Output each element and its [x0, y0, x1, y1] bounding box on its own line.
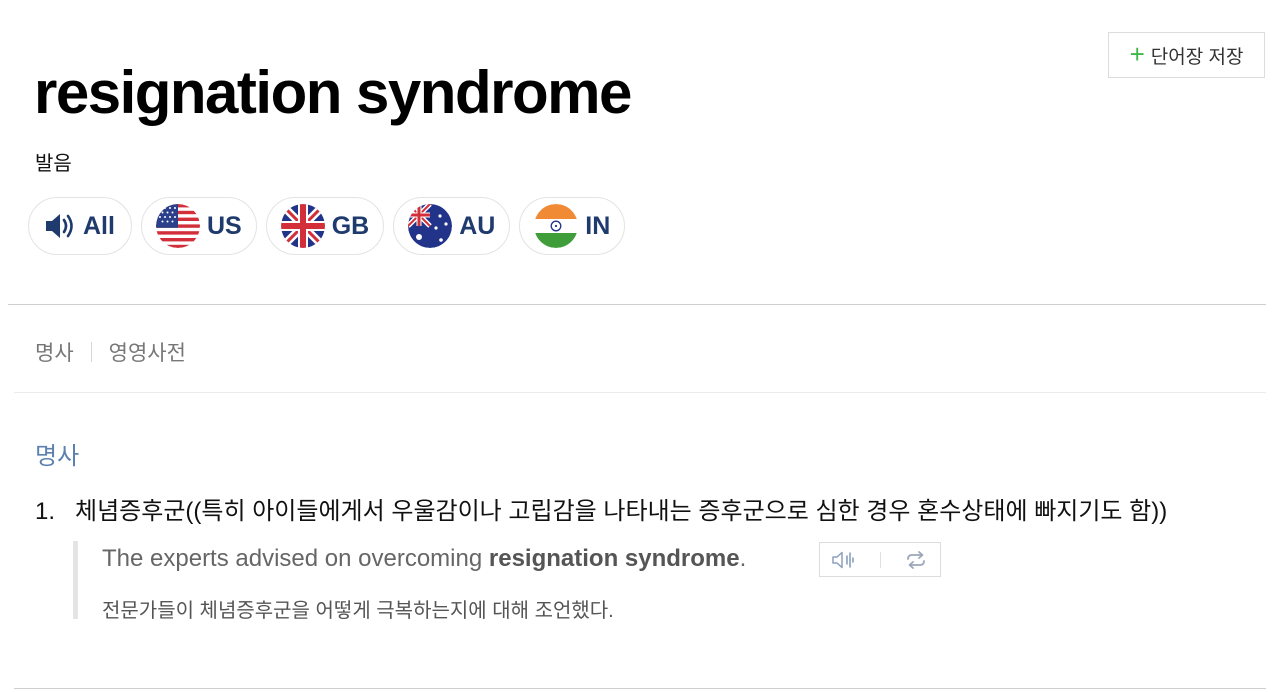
example-en-keyword: resignation syndrome: [488, 545, 740, 572]
pronunciation-buttons: All US GB AU IN: [28, 197, 626, 255]
example-sentence-en: The experts advised on overcoming resign…: [102, 545, 746, 573]
pron-us-button[interactable]: US: [140, 197, 257, 255]
pron-au-button[interactable]: AU: [393, 197, 511, 255]
tab-english-dictionary[interactable]: 영영사전: [109, 337, 186, 367]
repeat-icon: [907, 550, 926, 569]
definition-number: 1.: [35, 498, 56, 525]
part-of-speech-heading: 명사: [35, 443, 80, 470]
pron-code-all: All: [83, 211, 115, 240]
au-flag-icon: [408, 204, 453, 248]
pron-code-in: IN: [585, 211, 611, 240]
pronunciation-label: 발음: [35, 153, 72, 175]
example-tools: [819, 542, 941, 577]
plus-icon: +: [1129, 39, 1145, 69]
bottom-divider: [14, 688, 1266, 689]
in-flag-icon: [534, 204, 579, 248]
entry-tabs: 명사 영영사전: [35, 337, 186, 367]
pron-code-gb: GB: [331, 211, 370, 240]
pron-code-us: US: [206, 211, 242, 240]
speaker-wave-icon: [832, 551, 854, 568]
example-en-before: The experts advised on overcoming: [102, 545, 489, 572]
pron-code-au: AU: [459, 211, 496, 240]
definition-text: 체념증후군((특히 아이들에게서 우울감이나 고립감을 나타내는 증후군으로 심…: [75, 498, 1168, 525]
example-sentence-ko: 전문가들이 체념증후군을 어떻게 극복하는지에 대해 조언했다.: [102, 600, 614, 622]
section-divider: [8, 304, 1266, 305]
pron-gb-button[interactable]: GB: [265, 197, 385, 255]
definition-item: 1. 체념증후군((특히 아이들에게서 우울감이나 고립감을 나타내는 증후군으로…: [35, 491, 1167, 526]
pron-in-button[interactable]: IN: [519, 197, 626, 255]
example-en-after: .: [739, 545, 747, 572]
tab-part-of-speech[interactable]: 명사: [35, 337, 74, 367]
headword: resignation syndrome: [34, 59, 632, 126]
example-play-button[interactable]: [831, 550, 859, 570]
save-label: 단어장 저장: [1150, 46, 1244, 68]
speaker-icon: [46, 214, 73, 238]
gb-flag-icon: [280, 204, 325, 248]
tab-separator: [90, 342, 92, 362]
example-repeat-button[interactable]: [903, 550, 929, 570]
pron-all-button[interactable]: All: [28, 197, 132, 255]
tabs-divider: [14, 392, 1266, 393]
save-to-wordbook-button[interactable]: + 단어장 저장: [1108, 32, 1265, 78]
us-flag-icon: [155, 204, 200, 248]
tool-separator: [880, 551, 882, 568]
